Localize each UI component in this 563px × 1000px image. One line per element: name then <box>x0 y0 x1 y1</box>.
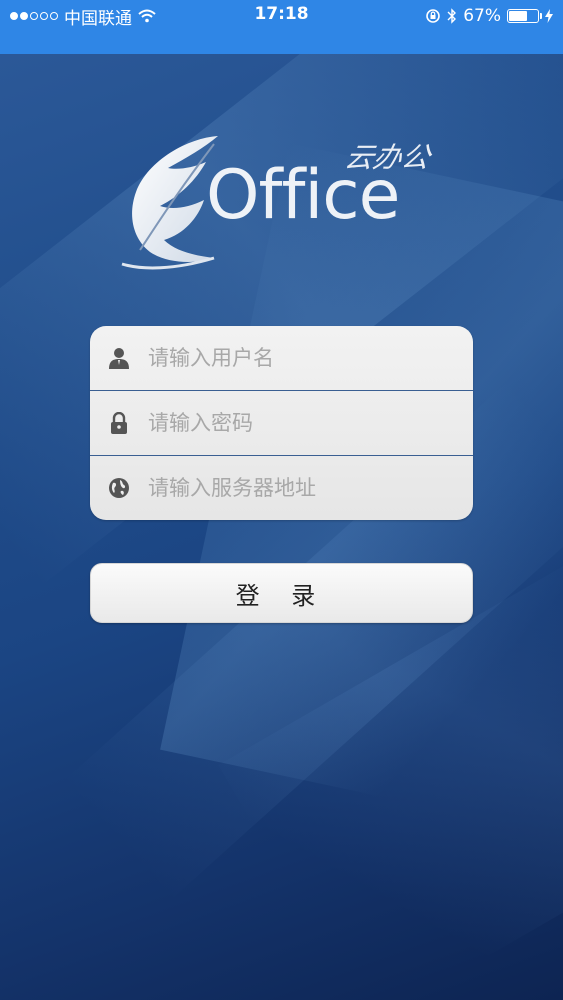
app-logo: 云办公 Office <box>118 130 448 280</box>
server-address-input[interactable] <box>148 468 448 508</box>
rotation-lock-icon <box>426 9 441 23</box>
battery-percent: 67% <box>463 6 501 26</box>
login-screen: 中国联通 17:18 67% 云办公 Office 请输入用户名 请输入服务器地… <box>0 0 563 1000</box>
server-field <box>90 456 473 520</box>
user-icon <box>90 326 148 390</box>
bluetooth-icon <box>447 8 457 24</box>
lock-icon <box>90 391 148 455</box>
status-right: 67% <box>425 6 553 26</box>
login-form <box>90 326 473 520</box>
battery-icon <box>507 9 542 23</box>
password-field <box>90 391 473 455</box>
globe-icon <box>90 456 148 520</box>
logo-wordmark: Office <box>206 156 401 235</box>
login-button[interactable]: 登 录 <box>90 563 473 623</box>
charging-icon <box>545 9 553 23</box>
username-field <box>90 326 473 390</box>
status-bar: 中国联通 17:18 67% <box>0 0 563 54</box>
password-input[interactable] <box>148 403 448 443</box>
username-input[interactable] <box>148 338 448 378</box>
